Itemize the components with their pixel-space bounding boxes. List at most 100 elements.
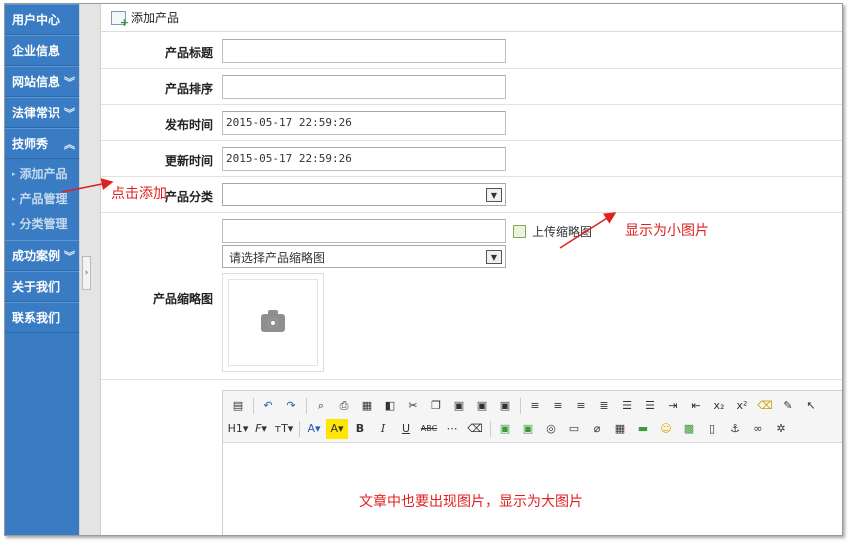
redo-icon[interactable]: ↷ xyxy=(280,396,302,416)
flash-icon[interactable]: ◎ xyxy=(540,419,562,439)
update-time-input[interactable]: 2015-05-17 22:59:26 xyxy=(222,147,506,171)
media-icon[interactable]: ▭ xyxy=(563,419,585,439)
indent-icon[interactable]: ⇥ xyxy=(662,396,684,416)
pagebreak-icon[interactable]: ▯ xyxy=(701,419,723,439)
dropdown-arrow-icon[interactable]: ▼ xyxy=(486,250,502,264)
annotation-click-add: 点击添加 xyxy=(111,186,167,202)
source-icon[interactable]: ▤ xyxy=(227,396,249,416)
upload-image-icon xyxy=(513,224,526,238)
select-all-icon[interactable]: ✎ xyxy=(777,396,799,416)
paste-icon[interactable]: ▣ xyxy=(448,396,470,416)
heading-label: H1 xyxy=(227,422,243,435)
eraser-icon[interactable]: ⌫ xyxy=(464,419,486,439)
toolbar-separator xyxy=(303,396,309,416)
unlink-icon[interactable]: ✲ xyxy=(770,419,792,439)
technician-submenu: ▸ 添加产品 ▸ 产品管理 ▸ 分类管理 xyxy=(5,159,79,240)
sidebar-collapse-toggle[interactable]: › xyxy=(82,256,91,290)
product-title-input[interactable] xyxy=(222,39,506,63)
align-left-icon[interactable]: ≡ xyxy=(524,396,546,416)
multi-image-icon[interactable]: ▣ xyxy=(517,419,539,439)
cut-icon[interactable]: ✂ xyxy=(402,396,424,416)
ordered-list-icon[interactable]: ☰ xyxy=(616,396,638,416)
table-icon[interactable]: ▦ xyxy=(609,419,631,439)
sidebar-item-label: 成功案例 xyxy=(12,249,61,263)
category-select[interactable]: ▼ xyxy=(222,183,506,206)
sidebar-item-technician[interactable]: 技师秀 ︽ xyxy=(5,128,79,159)
horizontal-rule-icon[interactable]: ⋯ xyxy=(441,419,463,439)
font-size-label: тT xyxy=(274,422,288,435)
font-color-dropdown[interactable]: A ▾ xyxy=(303,419,325,439)
outdent-icon[interactable]: ⇤ xyxy=(685,396,707,416)
clear-format-icon[interactable]: ⌫ xyxy=(754,396,776,416)
sidebar-item-cases[interactable]: 成功案例 ︾ xyxy=(5,240,79,271)
code-icon[interactable]: ◧ xyxy=(379,396,401,416)
bullet-icon: ▸ xyxy=(12,219,16,228)
editor-content-text: 文章中也要出现图片，显示为大图片 xyxy=(359,494,583,510)
sidebar-item-contact[interactable]: 联系我们 xyxy=(5,302,79,333)
print-icon[interactable]: ⎙ xyxy=(333,396,355,416)
underline-button[interactable]: U xyxy=(395,419,417,439)
form-row-update-time: 更新时间 2015-05-17 22:59:26 xyxy=(101,141,842,177)
annotation-show-small: 显示为小图片 xyxy=(625,223,709,239)
toolbar-separator xyxy=(487,419,493,439)
submenu-item-category-manage[interactable]: ▸ 分类管理 xyxy=(5,211,79,236)
align-center-icon[interactable]: ≡ xyxy=(547,396,569,416)
insert-hr-icon[interactable]: ▬ xyxy=(632,419,654,439)
toolbar-separator xyxy=(296,419,302,439)
undo-icon[interactable]: ↶ xyxy=(257,396,279,416)
bullet-icon: ▸ xyxy=(12,169,16,178)
pointer-icon[interactable]: ↖ xyxy=(800,396,822,416)
sidebar-item-site-info[interactable]: 网站信息 ︾ xyxy=(5,66,79,97)
strikethrough-button[interactable]: ABC xyxy=(418,419,440,439)
thumbnail-preview[interactable] xyxy=(222,273,324,372)
paste-text-icon[interactable]: ▣ xyxy=(471,396,493,416)
submenu-item-add-product[interactable]: ▸ 添加产品 xyxy=(5,161,79,186)
toolbar-separator xyxy=(517,396,523,416)
thumbnail-select-value: 请选择产品缩略图 xyxy=(229,251,326,265)
superscript-icon[interactable]: x² xyxy=(731,396,753,416)
align-right-icon[interactable]: ≡ xyxy=(570,396,592,416)
sidebar-item-legal[interactable]: 法律常识 ︾ xyxy=(5,97,79,128)
highlight-color-dropdown[interactable]: A ▾ xyxy=(326,418,348,439)
emoticon-icon[interactable]: ☺ xyxy=(655,419,677,439)
thumbnail-placeholder xyxy=(228,279,318,366)
attachment-icon[interactable]: ⌀ xyxy=(586,419,608,439)
thumbnail-select[interactable]: 请选择产品缩略图 ▼ xyxy=(222,245,506,268)
insert-image-icon[interactable]: ▣ xyxy=(494,419,516,439)
italic-button[interactable]: I xyxy=(372,419,394,439)
form-row-title: 产品标题 xyxy=(101,33,842,69)
bullet-icon: ▸ xyxy=(12,194,16,203)
form-row-sort: 产品排序 xyxy=(101,69,842,105)
heading-dropdown[interactable]: H1 ▾ xyxy=(227,419,249,439)
publish-time-input[interactable]: 2015-05-17 22:59:26 xyxy=(222,111,506,135)
chevron-down-icon: ︾ xyxy=(64,76,75,89)
submenu-item-product-manage[interactable]: ▸ 产品管理 xyxy=(5,186,79,211)
upload-thumbnail-label: 上传缩略图 xyxy=(532,224,593,239)
submenu-item-label: 添加产品 xyxy=(19,167,68,181)
sidebar-item-company-info[interactable]: 企业信息 xyxy=(5,35,79,66)
image-icon[interactable]: ▩ xyxy=(678,419,700,439)
editor-content-area[interactable]: 文章中也要出现图片，显示为大图片 xyxy=(223,443,842,535)
sidebar: 用户中心 企业信息 网站信息 ︾ 法律常识 ︾ 技师秀 ︽ ▸ 添加产品 ▸ 产品管理 ▸… xyxy=(5,4,79,535)
bold-button[interactable]: B xyxy=(349,419,371,439)
main-content: 添加产品 产品标题 产品排序 发布时间 2015-05-17 22:59:26 … xyxy=(101,4,842,535)
upload-thumbnail-button[interactable]: 上传缩略图 xyxy=(513,222,592,240)
preview-icon[interactable]: ⌕ xyxy=(310,396,332,416)
sidebar-item-about[interactable]: 关于我们 xyxy=(5,271,79,302)
thumbnail-path-input[interactable] xyxy=(222,219,506,243)
product-sort-input[interactable] xyxy=(222,75,506,99)
editor-toolbar: ▤ ↶ ↷ ⌕ ⎙ ▦ ◧ ✂ ❐ ▣ ▣ ▣ ≡ ≡ ≡ ≣ ☰ ☰ ⇥ ⇤ … xyxy=(223,391,842,443)
unordered-list-icon[interactable]: ☰ xyxy=(639,396,661,416)
paste-word-icon[interactable]: ▣ xyxy=(494,396,516,416)
anchor-icon[interactable]: ⚓ xyxy=(724,419,746,439)
dropdown-arrow-icon[interactable]: ▼ xyxy=(486,188,502,202)
sidebar-item-label: 网站信息 xyxy=(12,75,61,89)
sidebar-item-user-center[interactable]: 用户中心 xyxy=(5,4,79,35)
link-icon[interactable]: ∞ xyxy=(747,419,769,439)
font-family-dropdown[interactable]: F ▾ xyxy=(250,419,272,439)
subscript-icon[interactable]: x₂ xyxy=(708,396,730,416)
align-justify-icon[interactable]: ≣ xyxy=(593,396,615,416)
copy-icon[interactable]: ❐ xyxy=(425,396,447,416)
font-size-dropdown[interactable]: тT ▾ xyxy=(273,419,295,439)
template-icon[interactable]: ▦ xyxy=(356,396,378,416)
